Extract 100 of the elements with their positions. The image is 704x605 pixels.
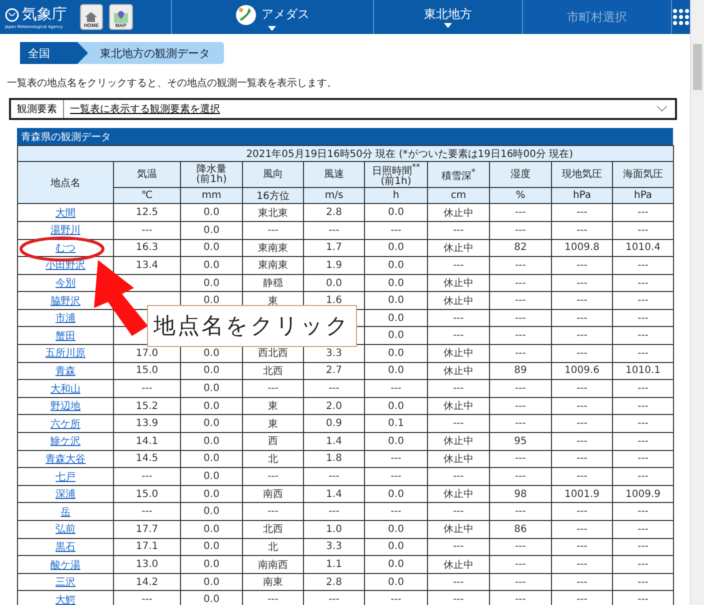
table-cell: --- (638, 260, 648, 271)
station-link[interactable]: 大間 (56, 208, 76, 219)
table-cell: 0.0 (204, 594, 220, 605)
table-cell: --- (515, 453, 526, 464)
table-cell: 1010.1 (626, 365, 661, 376)
table-cell: 北 (268, 454, 278, 465)
table-cell: 東 (268, 401, 278, 412)
station-link[interactable]: 市浦 (56, 313, 76, 324)
table-cell: --- (515, 312, 526, 324)
table-cell: --- (390, 506, 402, 518)
table-cell: 0.0 (388, 295, 404, 306)
table-cell: 0.0 (204, 559, 220, 570)
house-icon (84, 11, 98, 23)
station-link[interactable]: 野辺地 (50, 401, 80, 412)
table-cell: --- (638, 594, 648, 605)
station-link[interactable]: 大和山 (50, 384, 80, 395)
table-cell: 16.3 (136, 242, 158, 254)
column-header: 海面気圧 (623, 168, 664, 180)
table-cell: 休止中 (444, 208, 474, 219)
table-cell: 0.0 (388, 365, 404, 376)
table-cell: --- (453, 576, 464, 588)
column-header: 積雪深$^{*}$ (441, 171, 476, 182)
station-link[interactable]: 湯野川 (50, 225, 80, 236)
table-cell: --- (638, 471, 648, 482)
table-cell: --- (328, 383, 340, 394)
table-cell: 0.0 (388, 436, 404, 447)
table-cell: --- (576, 312, 588, 324)
table-cell: --- (576, 295, 588, 306)
table-title: 青森県の観測データ (17, 128, 673, 145)
table-cell: 0.0 (388, 541, 404, 552)
table-cell: --- (638, 278, 648, 288)
station-link[interactable]: 七戸 (56, 472, 76, 483)
scrollbar[interactable] (690, 0, 704, 605)
station-link[interactable]: 脇野沢 (50, 296, 80, 307)
table-cell: --- (453, 330, 464, 342)
table-cell: 休止中 (444, 242, 474, 254)
station-link[interactable]: 黒石 (56, 542, 76, 553)
table-cell: 東南東 (258, 260, 288, 272)
element-select[interactable]: 観測要素 一覧表に表示する観測要素を選択 (9, 98, 677, 120)
table-cell: 0.0 (204, 471, 220, 482)
table-cell: 1.8 (326, 453, 342, 464)
station-link[interactable]: むつ (56, 242, 76, 254)
table-cell: 0.0 (388, 312, 404, 324)
station-link[interactable]: 三沢 (56, 577, 76, 588)
table-cell: 17.7 (136, 524, 158, 535)
table-cell: --- (268, 594, 278, 605)
nav-menu[interactable]: アメダス (170, 0, 374, 34)
table-cell: 0.0 (204, 576, 220, 588)
table-cell: 1.6 (326, 295, 342, 306)
table-cell: 0.0 (204, 383, 220, 394)
caret-icon (268, 26, 276, 30)
table-cell: --- (453, 260, 464, 271)
table-cell: 0.0 (388, 348, 404, 359)
station-link[interactable]: 青森 (56, 366, 76, 377)
station-link[interactable]: 深浦 (56, 489, 76, 500)
table-cell: 3.3 (326, 541, 342, 552)
station-link[interactable]: 岳 (60, 506, 70, 518)
station-link[interactable]: 蟹田 (56, 330, 76, 342)
column-note: (前1h) (380, 176, 412, 188)
unit-label: m/s (324, 190, 344, 202)
table-cell: --- (142, 383, 152, 394)
station-link[interactable]: 今別 (56, 278, 76, 289)
station-link[interactable]: 酸ケ湯 (50, 560, 80, 570)
table-cell: 0.0 (388, 576, 404, 588)
table-cell: 東 (268, 418, 278, 430)
table-cell: --- (515, 295, 526, 306)
table-cell: 0.0 (204, 295, 220, 306)
table-cell: --- (638, 383, 648, 394)
table-cell: 0.0 (204, 260, 220, 271)
table-cell: --- (576, 224, 588, 236)
station-link[interactable]: 大鰐 (56, 594, 76, 605)
breadcrumb-link[interactable]: 東北地方の観測データ (76, 42, 224, 64)
table-cell: --- (638, 295, 648, 306)
table-cell: 0.0 (204, 207, 220, 218)
table-cell: 0.0 (204, 488, 220, 500)
table-cell: 15.2 (136, 400, 158, 412)
table-cell: 2.7 (326, 365, 342, 376)
table-cell: --- (576, 348, 588, 359)
table-cell: 17.0 (136, 348, 158, 359)
station-link[interactable]: 鰺ケ沢 (50, 436, 80, 448)
table-cell: 0.1 (388, 418, 404, 430)
table-cell: --- (576, 383, 588, 394)
table-cell: 1010.4 (626, 242, 661, 254)
station-link[interactable]: 六ケ所 (50, 418, 80, 430)
table-cell: 0.0 (388, 330, 404, 342)
table-cell: --- (576, 453, 588, 464)
breadcrumb-link[interactable]: 全国 (17, 42, 88, 64)
table-cell: 12.5 (136, 207, 158, 218)
table-cell: 東北東 (258, 208, 288, 219)
table-cell: 1.7 (326, 242, 342, 254)
table-cell: 98 (514, 488, 527, 500)
station-link[interactable]: 弘前 (56, 524, 76, 536)
grid-menu-icon[interactable] (672, 8, 690, 26)
table-cell: --- (268, 471, 278, 482)
table-cell: --- (515, 576, 526, 588)
table-cell: 休止中 (444, 366, 474, 377)
table-cell: 0.0 (388, 488, 404, 500)
table-cell: --- (390, 383, 402, 394)
table-cell: --- (638, 576, 648, 588)
table-cell: 南南西 (258, 560, 288, 570)
